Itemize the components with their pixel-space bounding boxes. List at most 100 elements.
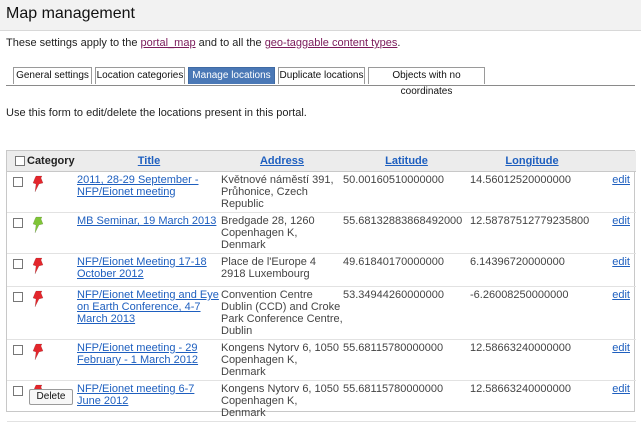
address-sort-link[interactable]: Address (260, 155, 304, 167)
edit-link[interactable]: edit (594, 383, 636, 395)
category-header: Category (27, 151, 77, 172)
longitude-sort-link[interactable]: Longitude (505, 155, 558, 167)
title-header: Title (77, 151, 221, 172)
tab-general-settings[interactable]: General settings (13, 67, 92, 84)
latitude-sort-link[interactable]: Latitude (385, 155, 428, 167)
title-bar: Map management (0, 0, 641, 31)
address-cell: Bredgade 28, 1260 Copenhagen K, Denmark (221, 212, 343, 254)
address-cell: Kongens Nytorv 6, 1050 Copenhagen K, Den… (221, 339, 343, 381)
portal-map-link[interactable]: portal_map (141, 37, 196, 49)
map-pin-icon (32, 257, 44, 275)
map-pin-icon (32, 216, 44, 234)
row-select-cell (7, 380, 27, 422)
address-cell: Květnové náměstí 391, Průhonice, Czech R… (221, 171, 343, 213)
actions-cell: edit (594, 171, 636, 213)
category-cell (27, 253, 77, 287)
page-title: Map management (6, 5, 135, 22)
form-description: Use this form to edit/delete the locatio… (6, 107, 307, 119)
map-pin-icon (32, 175, 44, 193)
longitude-cell: -6.26008250000000 (470, 286, 594, 340)
table-header-row: Category Title Address Latitude Longitud… (7, 151, 636, 172)
actions-cell: edit (594, 286, 636, 340)
location-title-link[interactable]: 2011, 28-29 September - NFP/Eionet meeti… (77, 174, 198, 198)
title-cell: NFP/Eionet Meeting 17-18 October 2012 (77, 253, 221, 287)
intro-text: These settings apply to the portal_map a… (6, 37, 400, 49)
edit-link[interactable]: edit (594, 256, 636, 268)
title-cell: NFP/Eionet Meeting and Eye on Earth Conf… (77, 286, 221, 340)
tab-manage-locations[interactable]: Manage locations (188, 67, 275, 84)
title-cell: 2011, 28-29 September - NFP/Eionet meeti… (77, 171, 221, 213)
address-header: Address (221, 151, 343, 172)
row-select-cell (7, 212, 27, 254)
location-title-link[interactable]: NFP/Eionet meeting - 29 February - 1 Mar… (77, 342, 198, 366)
row-checkbox[interactable] (13, 177, 23, 187)
edit-link[interactable]: edit (594, 342, 636, 354)
intro-middle: and to all the (195, 37, 265, 49)
geo-taggable-types-link[interactable]: geo-taggable content types (265, 37, 398, 49)
intro-after: . (397, 37, 401, 49)
latitude-cell: 50.00160510000000 (343, 171, 470, 213)
latitude-header: Latitude (343, 151, 470, 172)
title-cell: MB Seminar, 19 March 2013 (77, 212, 221, 254)
address-cell: Kongens Nytorv 6, 1050 Copenhagen K, Den… (221, 380, 343, 422)
latitude-cell: 55.68115780000000 (343, 380, 470, 422)
longitude-header: Longitude (470, 151, 594, 172)
address-cell: Place de l'Europe 4 2918 Luxembourg (221, 253, 343, 287)
edit-link[interactable]: edit (594, 289, 636, 301)
title-cell: NFP/Eionet meeting 6-7 June 2012 (77, 380, 221, 422)
category-cell (27, 286, 77, 340)
row-checkbox[interactable] (13, 218, 23, 228)
title-cell: NFP/Eionet meeting - 29 February - 1 Mar… (77, 339, 221, 381)
table-row: MB Seminar, 19 March 2013 Bredgade 28, 12… (7, 212, 636, 254)
table-row: NFP/Eionet Meeting 17-18 October 2012 Pla… (7, 253, 636, 287)
row-select-cell (7, 171, 27, 213)
row-checkbox[interactable] (13, 386, 23, 396)
table-row: 2011, 28-29 September - NFP/Eionet meeti… (7, 171, 636, 213)
longitude-cell: 6.14396720000000 (470, 253, 594, 287)
delete-button[interactable]: Delete (29, 389, 73, 405)
longitude-cell: 12.58787512779235800 (470, 212, 594, 254)
tab-bar: General settings Location categories Man… (6, 65, 635, 97)
longitude-cell: 14.56012520000000 (470, 171, 594, 213)
actions-cell: edit (594, 253, 636, 287)
category-cell (27, 212, 77, 254)
address-cell: Convention Centre Dublin (CCD) and Croke… (221, 286, 343, 340)
tab-duplicate-locations[interactable]: Duplicate locations (278, 67, 365, 84)
tab-location-categories[interactable]: Location categories (95, 67, 185, 84)
row-select-cell (7, 339, 27, 381)
row-select-cell (7, 253, 27, 287)
location-title-link[interactable]: NFP/Eionet meeting 6-7 June 2012 (77, 383, 194, 407)
latitude-cell: 55.68132883868492000 (343, 212, 470, 254)
intro-before: These settings apply to the (6, 37, 141, 49)
tab-objects-no-coordinates[interactable]: Objects with no coordinates (368, 67, 485, 97)
select-all-checkbox[interactable] (15, 156, 25, 166)
actions-cell: edit (594, 380, 636, 422)
title-sort-link[interactable]: Title (138, 155, 160, 167)
row-select-cell (7, 286, 27, 340)
location-title-link[interactable]: MB Seminar, 19 March 2013 (77, 215, 216, 227)
category-cell (27, 339, 77, 381)
actions-cell: edit (594, 212, 636, 254)
actions-header (594, 151, 636, 172)
location-title-link[interactable]: NFP/Eionet Meeting and Eye on Earth Conf… (77, 289, 219, 325)
table-row: NFP/Eionet meeting - 29 February - 1 Mar… (7, 339, 636, 381)
map-pin-icon (32, 290, 44, 308)
locations-table-container: Category Title Address Latitude Longitud… (6, 150, 636, 422)
edit-link[interactable]: edit (594, 215, 636, 227)
table-row: NFP/Eionet meeting 6-7 June 2012 Kongens … (7, 380, 636, 422)
latitude-cell: 53.34944260000000 (343, 286, 470, 340)
edit-link[interactable]: edit (594, 174, 636, 186)
latitude-cell: 55.68115780000000 (343, 339, 470, 381)
actions-cell: edit (594, 339, 636, 381)
row-checkbox[interactable] (13, 345, 23, 355)
longitude-cell: 12.58663240000000 (470, 380, 594, 422)
locations-table: Category Title Address Latitude Longitud… (7, 151, 636, 422)
row-checkbox[interactable] (13, 259, 23, 269)
latitude-cell: 49.61840170000000 (343, 253, 470, 287)
longitude-cell: 12.58663240000000 (470, 339, 594, 381)
table-row: NFP/Eionet Meeting and Eye on Earth Conf… (7, 286, 636, 340)
category-cell (27, 171, 77, 213)
select-all-header (7, 151, 27, 172)
location-title-link[interactable]: NFP/Eionet Meeting 17-18 October 2012 (77, 256, 207, 280)
row-checkbox[interactable] (13, 292, 23, 302)
